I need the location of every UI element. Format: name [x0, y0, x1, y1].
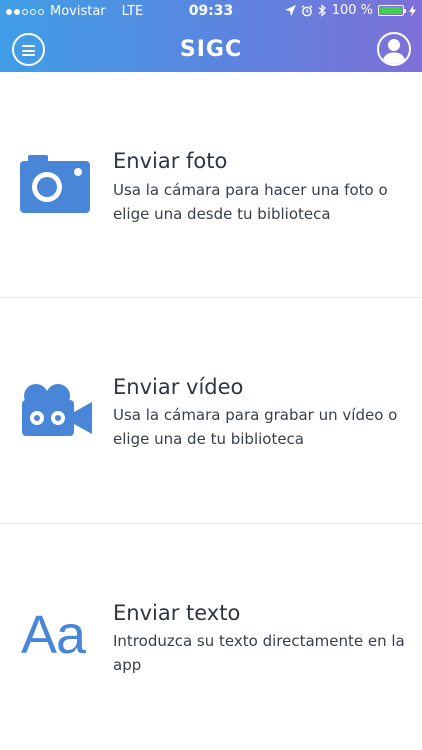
send-video-option[interactable]: Enviar vídeo Usa la cámara para grabar u…	[0, 298, 422, 524]
charging-bolt-icon	[409, 4, 416, 17]
app-header: Movistar LTE 09:33 100 % SIGC	[0, 0, 422, 72]
text-icon: Aa	[21, 605, 86, 665]
option-title: Enviar texto	[113, 601, 241, 625]
option-description: Usa la cámara para hacer una foto o elig…	[113, 181, 388, 223]
status-right: 100 %	[284, 3, 416, 18]
option-title: Enviar vídeo	[113, 375, 244, 399]
option-title: Enviar foto	[113, 149, 228, 173]
send-text-option[interactable]: Aa Enviar texto Introduzca su texto dire…	[0, 524, 422, 750]
user-icon	[382, 39, 406, 64]
battery-icon	[378, 5, 406, 16]
send-photo-option[interactable]: Enviar foto Usa la cámara para hacer una…	[0, 72, 422, 298]
video-camera-icon	[22, 384, 92, 436]
option-description: Usa la cámara para grabar un vídeo o eli…	[113, 406, 398, 448]
location-arrow-icon	[284, 5, 296, 16]
option-description: Introduzca su texto directamente en la a…	[113, 632, 405, 674]
alarm-icon	[301, 4, 313, 16]
profile-button[interactable]	[377, 32, 411, 66]
bluetooth-icon	[318, 4, 326, 17]
battery-percent: 100 %	[331, 3, 373, 18]
battery-fill	[380, 7, 402, 14]
camera-icon	[20, 155, 90, 213]
app-title: SIGC	[179, 37, 243, 62]
status-bar: Movistar LTE 09:33 100 %	[0, 0, 422, 22]
